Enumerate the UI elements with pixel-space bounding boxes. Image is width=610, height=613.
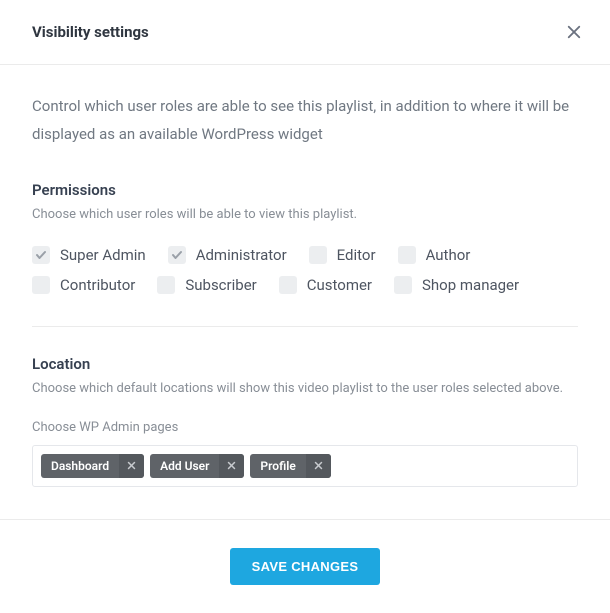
role-checkbox-item[interactable]: Author	[398, 246, 471, 264]
page-tag: Dashboard	[41, 454, 144, 478]
permissions-title: Permissions	[32, 181, 578, 199]
role-label: Super Admin	[60, 246, 146, 264]
role-checkbox-item[interactable]: Subscriber	[157, 276, 256, 294]
permissions-section: Permissions Choose which user roles will…	[32, 181, 578, 294]
role-label: Editor	[337, 246, 376, 264]
intro-text: Control which user roles are able to see…	[32, 93, 578, 149]
tag-remove-button[interactable]	[306, 454, 331, 478]
pages-tag-input[interactable]: Dashboard Add User Profile	[32, 445, 578, 487]
save-changes-button[interactable]: SAVE CHANGES	[230, 548, 381, 585]
role-checkbox-item[interactable]: Administrator	[168, 246, 287, 264]
checkbox-box	[157, 276, 175, 294]
tag-remove-button[interactable]	[219, 454, 244, 478]
close-icon	[127, 461, 136, 470]
pages-field-label: Choose WP Admin pages	[32, 420, 578, 435]
permissions-desc: Choose which user roles will be able to …	[32, 207, 578, 222]
close-icon	[227, 461, 236, 470]
visibility-settings-modal: Visibility settings Control which user r…	[0, 0, 610, 613]
close-icon	[565, 23, 583, 41]
check-icon	[35, 249, 47, 261]
location-section: Location Choose which default locations …	[32, 355, 578, 487]
page-tag: Add User	[150, 454, 244, 478]
role-label: Contributor	[60, 276, 135, 294]
modal-body: Control which user roles are able to see…	[0, 65, 610, 519]
modal-header: Visibility settings	[0, 0, 610, 65]
role-label: Administrator	[196, 246, 287, 264]
role-checkbox-item[interactable]: Super Admin	[32, 246, 146, 264]
tag-label: Dashboard	[41, 454, 119, 478]
role-label: Author	[426, 246, 471, 264]
role-checkbox-item[interactable]: Shop manager	[394, 276, 519, 294]
close-button[interactable]	[562, 20, 586, 44]
tag-label: Add User	[150, 454, 219, 478]
check-icon	[171, 249, 183, 261]
modal-footer: SAVE CHANGES	[0, 519, 610, 613]
checkbox-box	[394, 276, 412, 294]
roles-grid: Super Admin Administrator Editor Author Cont…	[32, 246, 578, 294]
checkbox-box	[398, 246, 416, 264]
location-title: Location	[32, 355, 578, 373]
role-checkbox-item[interactable]: Customer	[279, 276, 372, 294]
divider	[32, 326, 578, 327]
role-label: Customer	[307, 276, 372, 294]
close-icon	[314, 461, 323, 470]
role-checkbox-item[interactable]: Contributor	[32, 276, 135, 294]
checkbox-box	[279, 276, 297, 294]
tag-label: Profile	[250, 454, 305, 478]
location-desc: Choose which default locations will show…	[32, 381, 578, 396]
modal-title: Visibility settings	[32, 23, 149, 41]
checkbox-box	[32, 246, 50, 264]
tag-remove-button[interactable]	[119, 454, 144, 478]
checkbox-box	[32, 276, 50, 294]
checkbox-box	[168, 246, 186, 264]
role-label: Shop manager	[422, 276, 519, 294]
checkbox-box	[309, 246, 327, 264]
role-label: Subscriber	[185, 276, 256, 294]
role-checkbox-item[interactable]: Editor	[309, 246, 376, 264]
page-tag: Profile	[250, 454, 330, 478]
